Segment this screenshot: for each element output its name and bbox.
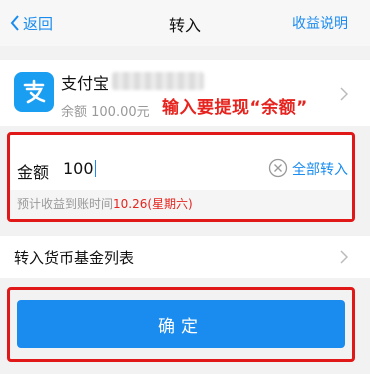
alipay-icon	[14, 72, 54, 112]
fund-list-label: 转入货币基金列表	[14, 249, 135, 267]
text-caret	[94, 160, 96, 177]
estimated-arrival: 预计收益到账时间10.26(星期六)	[10, 190, 352, 219]
account-balance: 余额 100.00元	[61, 105, 150, 120]
confirm-highlight: 确定	[7, 287, 355, 362]
account-card[interactable]: 支付宝 余额 100.00元 输入要提现“余额”	[0, 60, 370, 126]
amount-input[interactable]: 100	[63, 159, 96, 178]
nav-bar: 返回 转入 收益说明	[0, 0, 370, 46]
account-name: 支付宝	[61, 74, 110, 93]
earnings-info-link[interactable]: 收益说明	[292, 13, 348, 33]
annotation-text: 输入要提现“余额”	[162, 98, 308, 118]
amount-value: 100	[63, 159, 94, 178]
chevron-right-icon	[340, 250, 348, 264]
amount-section: 金额 100 全部转入 预计收益到账时间10.26(星期六)	[7, 132, 355, 222]
chevron-right-icon	[340, 87, 348, 101]
estimate-date: 10.26(星期六)	[113, 197, 193, 211]
clear-icon[interactable]	[268, 158, 288, 178]
estimate-prefix: 预计收益到账时间	[17, 197, 114, 211]
confirm-button[interactable]: 确定	[17, 300, 345, 348]
fund-list-row[interactable]: 转入货币基金列表	[0, 236, 370, 278]
transfer-all-button[interactable]: 全部转入	[292, 159, 348, 179]
amount-label: 金额	[17, 163, 50, 182]
masked-account-id	[112, 72, 204, 90]
